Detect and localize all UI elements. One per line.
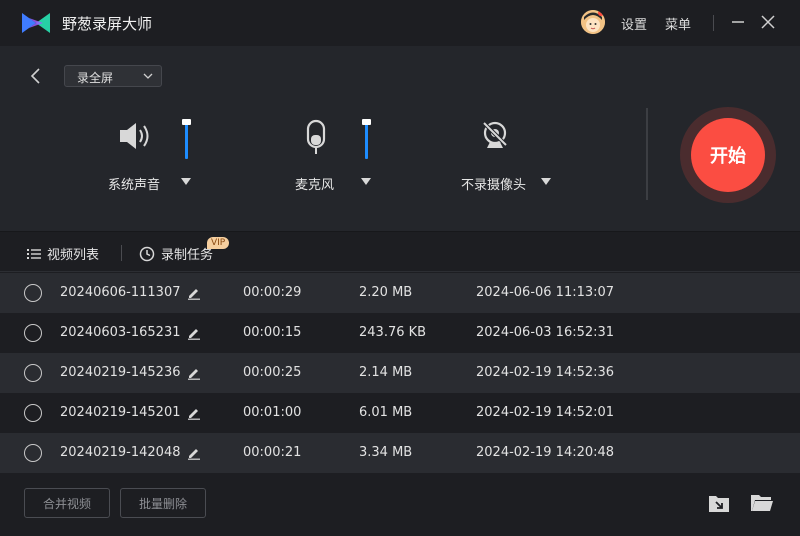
table-row[interactable]: 20240219-145236 00:00:25 2.14 MB 2024-02… [0,353,800,393]
record-mode-value: 录全屏 [77,71,114,85]
row-select-radio[interactable] [24,284,42,302]
app-logo-icon [22,13,50,33]
clock-icon [139,246,155,261]
recording-date: 2024-02-19 14:52:01 [476,405,615,420]
record-mode-select[interactable]: 录全屏 [64,65,162,87]
recording-name: 20240606-111307 [60,285,181,300]
start-record-button[interactable]: 开始 [691,118,765,192]
folder-icon[interactable] [750,492,774,514]
tab-video-list[interactable]: 视频列表 [27,244,99,263]
recording-name: 20240603-165231 [60,325,181,340]
system-audio-label[interactable]: 系统声音 [108,174,160,193]
edit-icon[interactable] [187,286,201,300]
notification-dot [598,10,604,16]
recording-size: 6.01 MB [359,405,413,420]
microphone-volume-slider[interactable] [362,119,371,159]
edit-icon[interactable] [187,366,201,380]
batch-delete-button[interactable]: 批量删除 [120,488,206,518]
recording-date: 2024-06-06 11:13:07 [476,285,615,300]
recording-duration: 00:00:29 [243,285,302,300]
chevron-down-icon [143,73,153,79]
row-select-radio[interactable] [24,404,42,422]
recording-list: 20240606-111307 00:00:29 2.20 MB 2024-06… [0,273,800,473]
recording-duration: 00:00:21 [243,445,302,460]
recording-date: 2024-02-19 14:52:36 [476,365,615,380]
row-select-radio[interactable] [24,364,42,382]
recording-size: 243.76 KB [359,325,427,340]
list-icon [27,248,41,259]
record-control-panel: 录全屏 系统声音 麦克风 不录摄像头 开始 [0,46,800,232]
import-icon[interactable] [707,492,731,514]
menu-link[interactable]: 菜单 [665,14,691,33]
recording-name: 20240219-145201 [60,405,181,420]
row-select-radio[interactable] [24,324,42,342]
camera-label[interactable]: 不录摄像头 [461,174,526,193]
system-audio-dropdown-icon[interactable] [181,178,191,185]
recording-size: 2.20 MB [359,285,413,300]
table-row[interactable]: 20240606-111307 00:00:29 2.20 MB 2024-06… [0,273,800,313]
vip-badge: VIP [207,237,230,249]
app-title: 野葱录屏大师 [62,15,153,33]
merge-videos-button[interactable]: 合并视频 [24,488,110,518]
edit-icon[interactable] [187,326,201,340]
panel-divider [646,108,648,200]
table-row[interactable]: 20240219-145201 00:01:00 6.01 MB 2024-02… [0,393,800,433]
microphone-label[interactable]: 麦克风 [295,174,334,193]
recording-name: 20240219-142048 [60,445,181,460]
row-select-radio[interactable] [24,444,42,462]
recording-duration: 00:01:00 [243,405,302,420]
recording-date: 2024-02-19 14:20:48 [476,445,615,460]
avatar[interactable] [581,10,605,34]
camera-off-icon[interactable] [480,120,510,152]
back-icon[interactable] [26,66,46,86]
system-audio-volume-slider[interactable] [182,119,191,159]
speaker-icon[interactable] [118,120,154,152]
tab-bar: 视频列表 录制任务 [0,233,800,272]
microphone-dropdown-icon[interactable] [361,178,371,185]
tab-record-task-label: 录制任务 [161,248,214,263]
edit-icon[interactable] [187,406,201,420]
minimize-icon[interactable] [728,12,748,32]
title-bar: 野葱录屏大师 设置 菜单 [0,0,800,46]
recording-duration: 00:00:15 [243,325,302,340]
recording-duration: 00:00:25 [243,365,302,380]
title-divider [713,15,714,31]
settings-link[interactable]: 设置 [621,14,647,33]
table-row[interactable]: 20240603-165231 00:00:15 243.76 KB 2024-… [0,313,800,353]
camera-dropdown-icon[interactable] [541,178,551,185]
footer-bar: 合并视频 批量删除 [0,473,800,536]
close-icon[interactable] [758,12,778,32]
recording-name: 20240219-145236 [60,365,181,380]
tab-record-task[interactable]: 录制任务 [139,244,213,263]
tab-divider [121,245,122,261]
mic-icon[interactable] [304,119,328,157]
recording-size: 3.34 MB [359,445,413,460]
table-row[interactable]: 20240219-142048 00:00:21 3.34 MB 2024-02… [0,433,800,473]
tab-video-list-label: 视频列表 [47,248,100,263]
recording-date: 2024-06-03 16:52:31 [476,325,615,340]
recording-size: 2.14 MB [359,365,413,380]
edit-icon[interactable] [187,446,201,460]
